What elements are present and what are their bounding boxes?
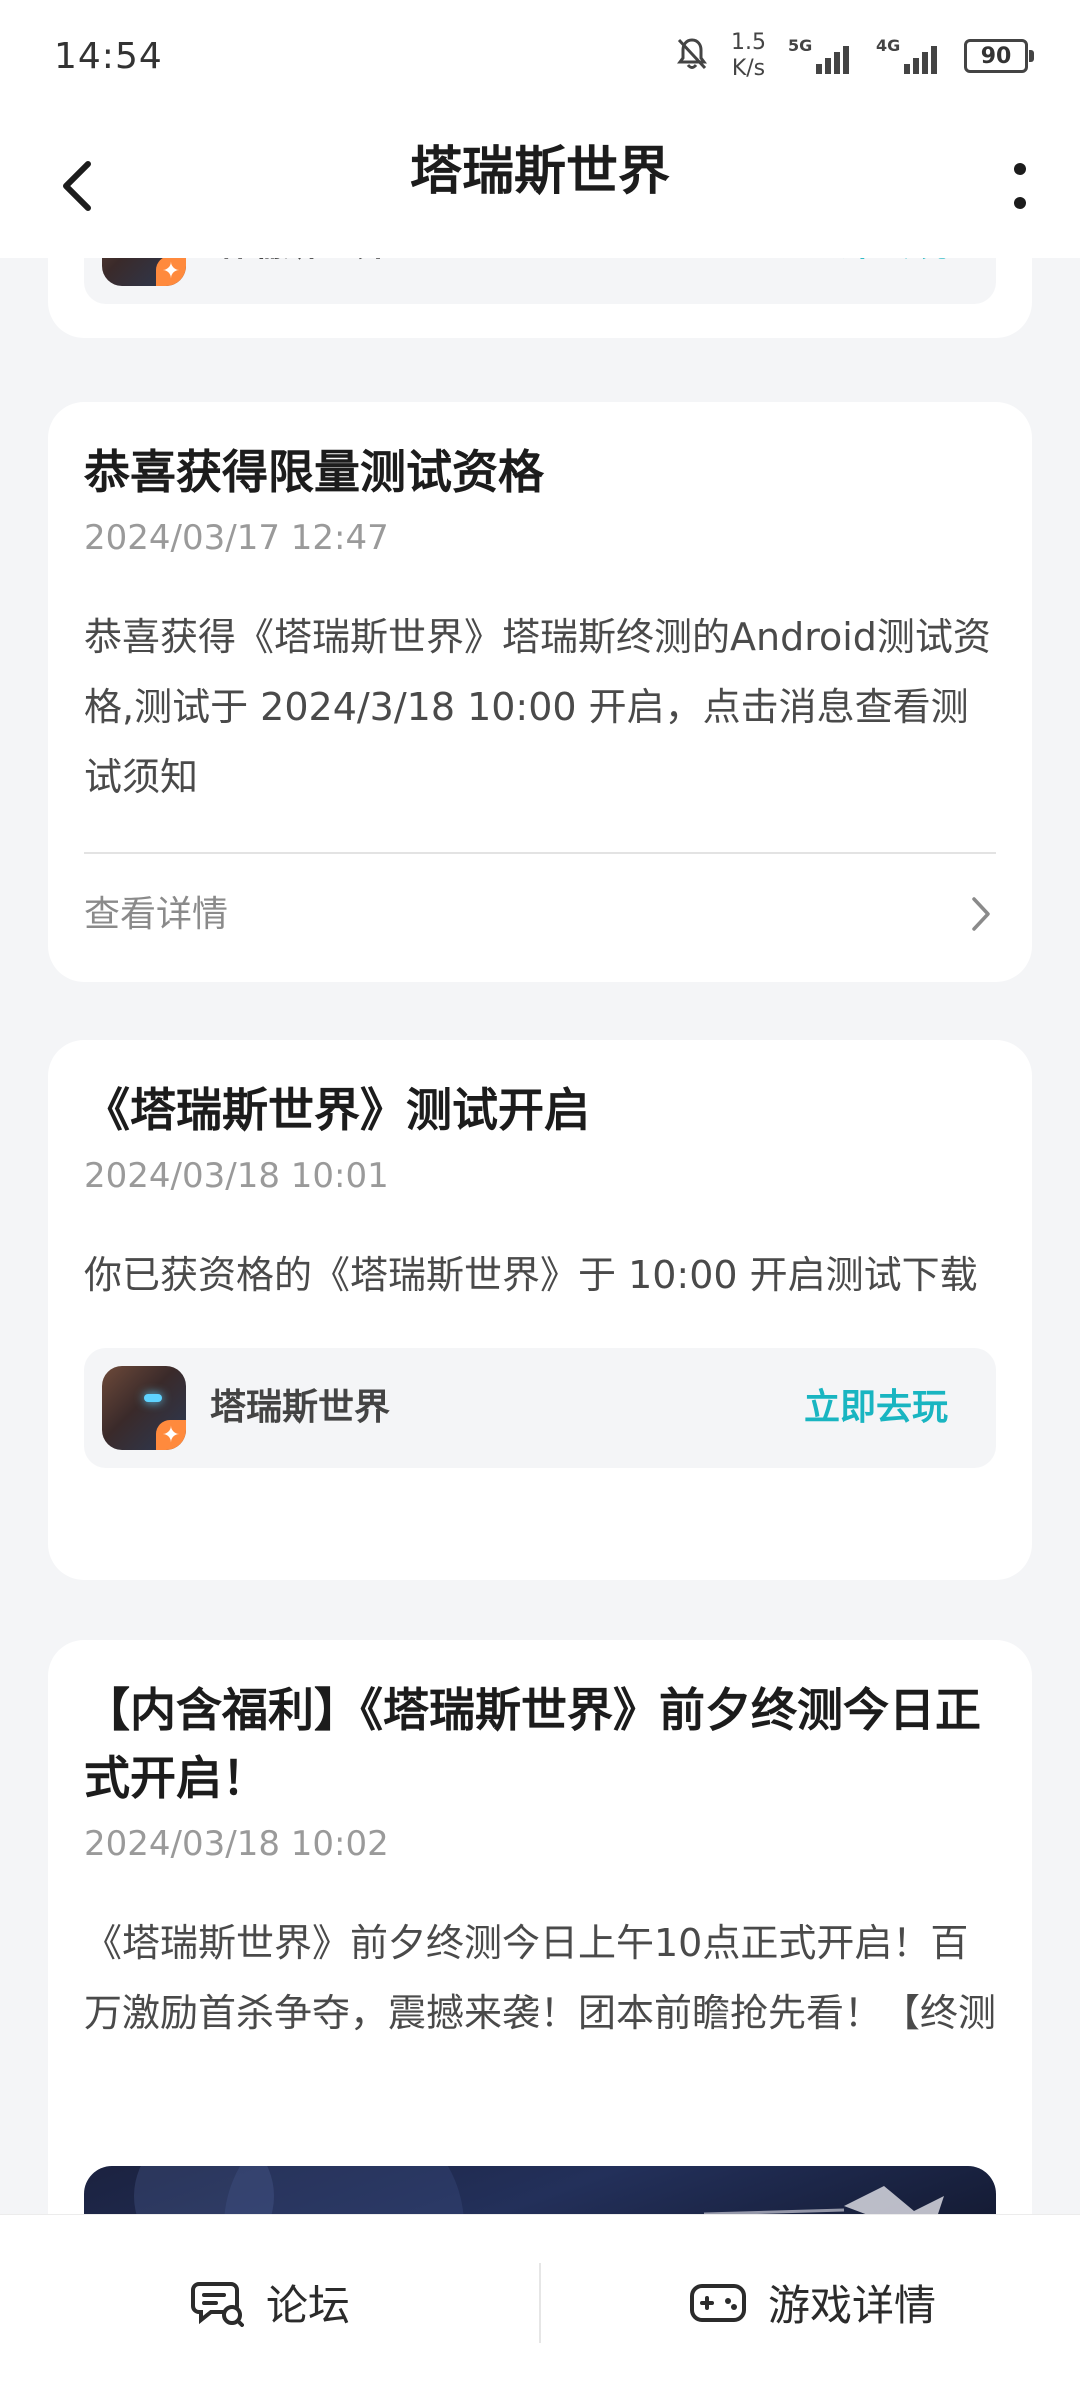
message-card-partial: ✦ 塔瑞斯世界 立即去玩 [48,258,1032,338]
game-row[interactable]: ✦ 塔瑞斯世界 立即去玩 [84,258,996,304]
message-title: 《塔瑞斯世界》测试开启 [84,1083,590,1137]
message-body: 恭喜获得《塔瑞斯世界》塔瑞斯终测的Android测试资格,测试于 2024/3/… [84,615,991,799]
view-details-link[interactable]: 查看详情 [84,854,996,976]
message-card[interactable]: 恭喜获得限量测试资格 2024/03/17 12:47 恭喜获得《塔瑞斯世界》塔… [48,402,1032,982]
more-vertical-icon [1014,163,1026,209]
bottom-divider [539,2263,541,2343]
network-speed: 1.5 K/s [731,30,766,81]
message-date: 2024/03/18 10:01 [84,1156,389,1196]
game-app-icon: ✦ [102,258,186,286]
status-icons: 1.5 K/s 5G 4G 90 [675,30,1034,82]
bottom-bar: 论坛 游戏详情 [0,2214,1080,2389]
message-title: 恭喜获得限量测试资格 [84,445,544,499]
mute-notification-icon [675,36,709,76]
message-body: 《塔瑞斯世界》前夕终测今日上午10点正式开启！百万激励首杀争夺，震撼来袭！团本前… [84,1921,997,2035]
status-bar: 14:54 1.5 K/s 5G 4G 90 [0,0,1080,120]
message-date: 2024/03/17 12:47 [84,518,389,558]
signal-4g-icon: 4G [876,36,942,76]
message-list[interactable]: ✦ 塔瑞斯世界 立即去玩 恭喜获得限量测试资格 2024/03/17 12:47… [0,258,1080,2214]
message-title: 【内含福利】《塔瑞斯世界》前夕终测今日正式开启！ [84,1683,981,1805]
banner-art [134,2166,944,2214]
forum-label: 论坛 [266,2280,351,2330]
more-options-button[interactable] [990,146,1050,226]
view-details-label: 查看详情 [84,894,229,935]
game-app-icon: ✦ [102,1366,186,1450]
game-name: 塔瑞斯世界 [210,1387,391,1428]
game-row[interactable]: ✦ 塔瑞斯世界 立即去玩 [84,1348,996,1468]
gamepad-icon [690,2284,746,2322]
message-card[interactable]: 【内含福利】《塔瑞斯世界》前夕终测今日正式开启！ 2024/03/18 10:0… [48,1640,1032,2214]
forum-chat-icon [191,2282,244,2327]
message-card[interactable]: 《塔瑞斯世界》测试开启 2024/03/18 10:01 你已获资格的《塔瑞斯世… [48,1040,1032,1580]
message-date: 2024/03/18 10:02 [84,1824,389,1864]
header: 塔瑞斯世界 [0,120,1080,258]
battery-icon: 90 [964,39,1034,73]
play-now-button[interactable]: 立即去玩 [804,1348,948,1468]
play-now-button[interactable]: 立即去玩 [804,258,948,304]
page-title: 塔瑞斯世界 [409,142,670,202]
signal-5g-icon: 5G [788,36,854,76]
game-details-button[interactable]: 游戏详情 [690,2215,936,2389]
game-details-label: 游戏详情 [768,2280,937,2330]
news-banner-image[interactable] [84,2166,996,2214]
game-name: 塔瑞斯世界 [210,258,390,304]
chevron-right-icon [972,897,990,931]
forum-button[interactable]: 论坛 [190,2215,350,2389]
message-body: 你已获资格的《塔瑞斯世界》于 10:00 开启测试下载 [84,1253,978,1297]
status-time: 14:54 [54,36,163,77]
